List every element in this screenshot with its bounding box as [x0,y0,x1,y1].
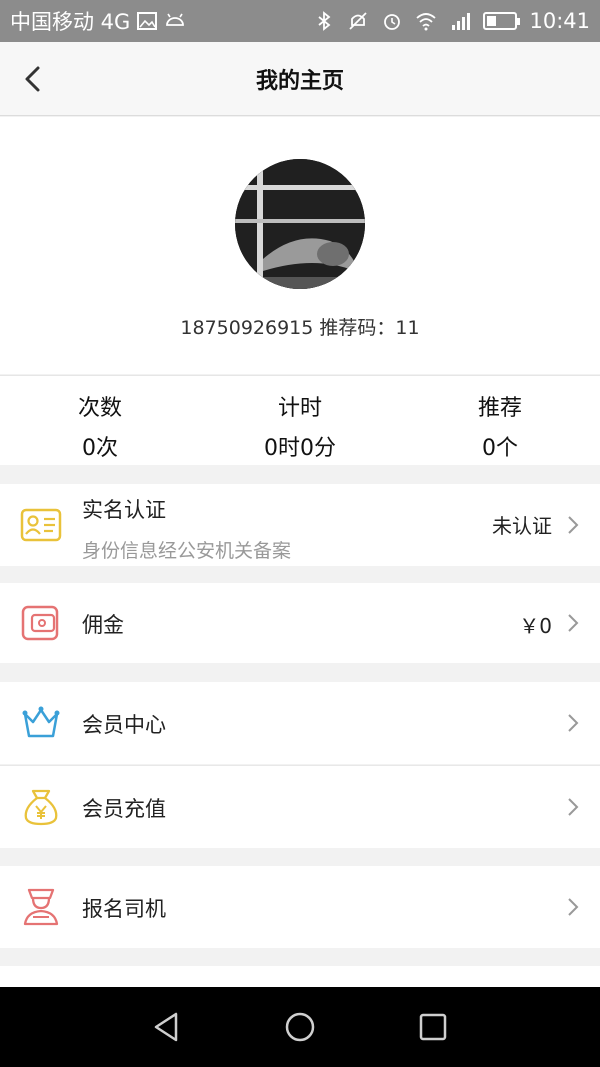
back-chevron-icon[interactable] [18,62,50,96]
id-card-icon [20,504,62,546]
commission-amount: ￥0 [519,614,552,638]
top-navbar: 我的主页 [0,42,600,116]
stat-label: 计时 [277,396,322,421]
money-bag-icon [20,786,62,828]
bluetooth-icon [313,10,335,32]
stat-label: 次数 [77,396,122,421]
stat-count: 次数 0次 [0,376,200,465]
verify-status: 未认证 [492,514,552,538]
chevron-right-icon [566,712,580,734]
driver-icon [20,886,62,928]
row-subtitle: 身份信息经公安机关备案 [82,540,292,562]
driver-signup-row[interactable]: 报名司机 [0,866,600,948]
mute-icon [347,10,369,32]
stat-value: 0次 [82,436,118,461]
chevron-right-icon [566,896,580,918]
real-name-verify-row[interactable]: 实名认证 身份信息经公安机关备案 未认证 [0,484,600,566]
android-icon [164,10,186,32]
avatar[interactable] [235,159,365,289]
recents-square-icon[interactable] [413,1007,453,1047]
battery-icon [483,12,521,30]
stats-bar: 次数 0次 计时 0时0分 推荐 0个 [0,375,600,465]
member-recharge-row[interactable]: 会员充值 [0,766,600,848]
row-title: 会员充值 [82,797,166,821]
home-circle-icon[interactable] [280,1007,320,1047]
profile-info: 18750926915 推荐码：11 [180,317,420,339]
commission-row[interactable]: 佣金 ￥0 [0,583,600,663]
chevron-right-icon [566,612,580,634]
system-navigation-bar [0,987,600,1067]
clock: 10:41 [529,9,590,33]
stat-referral: 推荐 0个 [400,376,600,465]
page-title: 我的主页 [255,68,344,94]
wallet-icon [20,602,62,644]
row-title: 会员中心 [82,713,166,737]
member-center-row[interactable]: 会员中心 [0,682,600,764]
chevron-right-icon [566,796,580,818]
stat-label: 推荐 [477,396,522,421]
row-title: 实名认证 [82,498,166,522]
row-title: 报名司机 [82,897,166,921]
stat-value: 0个 [482,436,518,461]
gallery-icon [136,10,158,32]
row-title: 佣金 [82,613,124,637]
alarm-icon [381,10,403,32]
status-bar: 中国移动 4G 10:41 [0,0,600,42]
stat-time: 计时 0时0分 [200,376,400,465]
crown-icon [20,702,62,744]
wifi-icon [415,10,437,32]
chevron-right-icon [566,514,580,536]
carrier-label: 中国移动 4G [10,10,131,34]
signal-icon [449,10,471,32]
profile-header: 18750926915 推荐码：11 [0,117,600,374]
stat-value: 0时0分 [264,436,336,461]
list-item[interactable] [0,966,600,987]
back-triangle-icon[interactable] [147,1007,187,1047]
